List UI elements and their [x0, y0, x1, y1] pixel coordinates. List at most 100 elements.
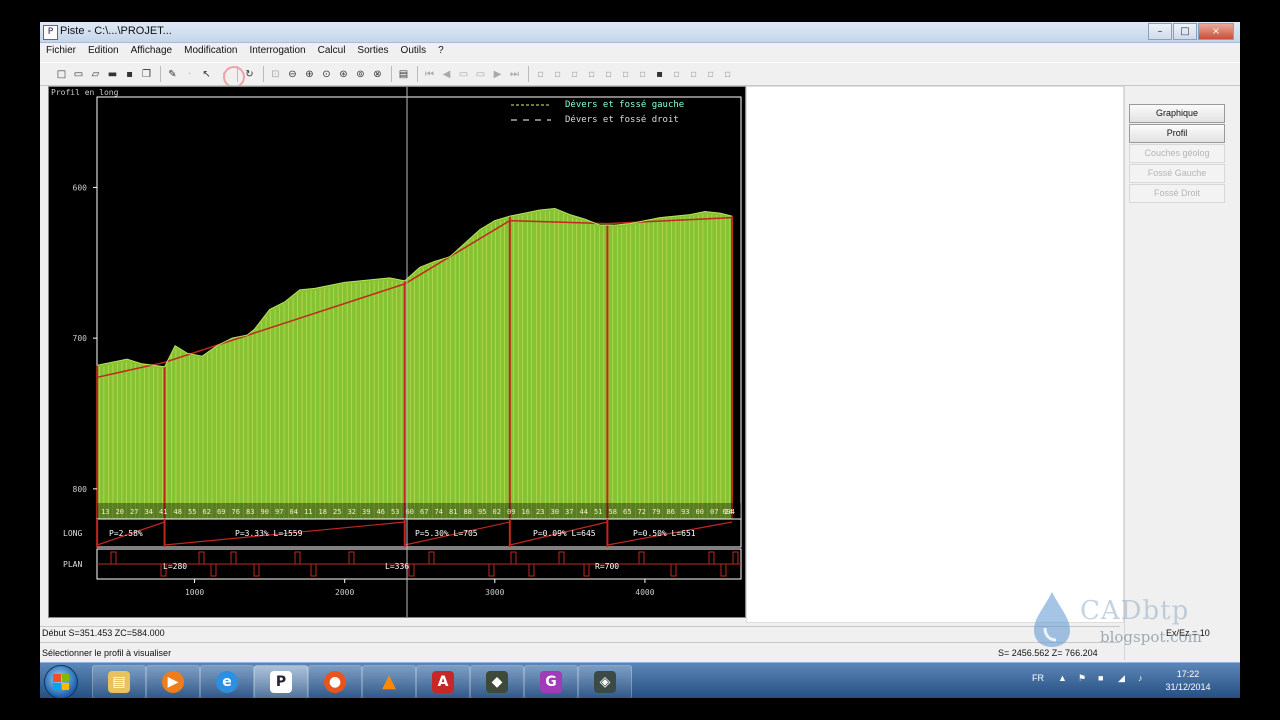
zoom-all-icon[interactable]: ⊗	[370, 67, 385, 82]
last-record-icon[interactable]: ⏭	[507, 67, 522, 82]
record-field-icon-2[interactable]: ▭	[473, 67, 488, 82]
station-label: 25	[333, 508, 341, 516]
taskbar: ▤ ▶ e P ● ▲ A ◆ G ◈ FR ▲ ⚑ ■ ◢ ♪ 17:22 3…	[40, 662, 1240, 698]
new-file-icon[interactable]: □	[54, 67, 69, 82]
tray-expand-icon[interactable]: ▲	[1058, 673, 1067, 683]
station-label: 90	[261, 508, 269, 516]
select-icon[interactable]: ↖	[199, 67, 214, 82]
long-segment-label: P=0.09% L=645	[533, 529, 596, 538]
taskbar-media-player[interactable]: ▶	[146, 665, 200, 698]
y-tick-label: 800	[73, 485, 88, 494]
taskbar-app2[interactable]: ◈	[578, 665, 632, 698]
tool-e-icon[interactable]: ▫	[601, 67, 616, 82]
folder-icon[interactable]: ▬	[105, 67, 120, 82]
profile-chart[interactable]: Profil en long 800 700 600 Dévers et fossé g…	[49, 87, 745, 617]
zoom-icon[interactable]: ⊙	[319, 67, 334, 82]
pencil-icon[interactable]: ✎	[165, 67, 180, 82]
station-label: 55	[188, 508, 196, 516]
station-end-label: 694	[722, 508, 735, 516]
menu-modification[interactable]: Modification	[178, 43, 243, 59]
tool-k-icon[interactable]: ▫	[703, 67, 718, 82]
open-file-icon[interactable]: ▱	[88, 67, 103, 82]
close-button[interactable]: ×	[1198, 23, 1234, 40]
tool-d-icon[interactable]: ▫	[584, 67, 599, 82]
title-bar[interactable]: P Piste - C:\...\PROJET... – □ ×	[40, 22, 1240, 43]
menu-interrogation[interactable]: Interrogation	[243, 43, 311, 59]
station-label: 81	[449, 508, 457, 516]
taskbar-piste[interactable]: P	[254, 665, 308, 698]
menu-sorties[interactable]: Sorties	[351, 43, 394, 59]
menu-fichier[interactable]: Fichier	[40, 43, 82, 59]
station-label: 02	[493, 508, 501, 516]
menu-edition[interactable]: Edition	[82, 43, 125, 59]
x-tick-label: 1000	[185, 588, 204, 597]
zoom-in-icon[interactable]: ⊕	[302, 67, 317, 82]
app-icon[interactable]: P	[43, 25, 58, 40]
start-button[interactable]	[44, 665, 78, 698]
long-segment-label: P=5.30% L=705	[415, 529, 478, 538]
first-record-icon[interactable]: ⏮	[422, 67, 437, 82]
maximize-button[interactable]: □	[1173, 23, 1197, 40]
side-panel: Graphique Profil Couches géolog Fossé Ga…	[1124, 86, 1237, 660]
zoom-extents-icon[interactable]: ⊛	[336, 67, 351, 82]
window-title: Piste - C:\...\PROJET...	[60, 25, 172, 37]
toolbar-separator	[160, 66, 161, 82]
taskbar-g-app[interactable]: G	[524, 665, 578, 698]
move-icon[interactable]: ·	[182, 67, 197, 82]
next-record-icon[interactable]: ▶	[490, 67, 505, 82]
taskbar-ie[interactable]: e	[200, 665, 254, 698]
toolbar-separator	[528, 66, 529, 82]
toolbar-separator	[263, 66, 264, 82]
profile-graphic-panel[interactable]: Profil en long 800 700 600 Dévers et fossé g…	[48, 86, 746, 618]
tool-a-icon[interactable]: ▫	[533, 67, 548, 82]
ie-icon: e	[216, 671, 238, 693]
graphique-button[interactable]: Graphique	[1129, 104, 1225, 123]
taskbar-autocad[interactable]: A	[416, 665, 470, 698]
previous-record-icon[interactable]: ◀	[439, 67, 454, 82]
taskbar-app[interactable]: ◆	[470, 665, 524, 698]
plan-curve-mark	[670, 563, 677, 577]
tool-l-icon[interactable]: ▫	[720, 67, 735, 82]
minimize-button[interactable]: –	[1148, 23, 1172, 40]
taskbar-firefox[interactable]: ●	[308, 665, 362, 698]
fosse-gauche-button[interactable]: Fossé Gauche	[1129, 164, 1225, 183]
station-label: 30	[551, 508, 559, 516]
menu-help[interactable]: ?	[432, 43, 450, 59]
zoom-previous-icon[interactable]: ⊚	[353, 67, 368, 82]
couches-geolog-button[interactable]: Couches géolog	[1129, 144, 1225, 163]
station-label: 74	[435, 508, 443, 516]
zoom-window-icon[interactable]: ⊡	[268, 67, 283, 82]
flag-icon[interactable]: ⚑	[1078, 673, 1086, 684]
zoom-out-icon[interactable]: ⊖	[285, 67, 300, 82]
station-label: 51	[594, 508, 602, 516]
save-icon[interactable]: ▪	[122, 67, 137, 82]
station-label: 48	[174, 508, 182, 516]
long-segment-label: P=3.33% L=1559	[235, 529, 303, 538]
language-indicator[interactable]: FR	[1032, 673, 1044, 683]
menu-affichage[interactable]: Affichage	[125, 43, 179, 59]
open-folder-icon[interactable]: ▭	[71, 67, 86, 82]
fosse-droit-button[interactable]: Fossé Droit	[1129, 184, 1225, 203]
taskbar-vlc[interactable]: ▲	[362, 665, 416, 698]
tool-g-icon[interactable]: ▫	[635, 67, 650, 82]
taskbar-explorer[interactable]: ▤	[92, 665, 146, 698]
toolbar-separator	[417, 66, 418, 82]
record-field-icon[interactable]: ▭	[456, 67, 471, 82]
layers-icon[interactable]: ▤	[396, 67, 411, 82]
menu-calcul[interactable]: Calcul	[312, 43, 352, 59]
tool-h-icon[interactable]: ▪	[652, 67, 667, 82]
clock-date: 31/12/2014	[1165, 682, 1211, 692]
plan-curve-mark	[638, 551, 645, 565]
volume-icon[interactable]: ♪	[1138, 673, 1143, 683]
tool-b-icon[interactable]: ▫	[550, 67, 565, 82]
tool-c-icon[interactable]: ▫	[567, 67, 582, 82]
tool-i-icon[interactable]: ▫	[669, 67, 684, 82]
clock[interactable]: 17:22 31/12/2014	[1160, 668, 1216, 694]
copy-icon[interactable]: ❐	[139, 67, 154, 82]
tool-j-icon[interactable]: ▫	[686, 67, 701, 82]
security-icon[interactable]: ■	[1098, 673, 1103, 683]
tool-f-icon[interactable]: ▫	[618, 67, 633, 82]
menu-outils[interactable]: Outils	[395, 43, 433, 59]
profil-button[interactable]: Profil	[1129, 124, 1225, 143]
network-icon[interactable]: ◢	[1118, 673, 1125, 684]
